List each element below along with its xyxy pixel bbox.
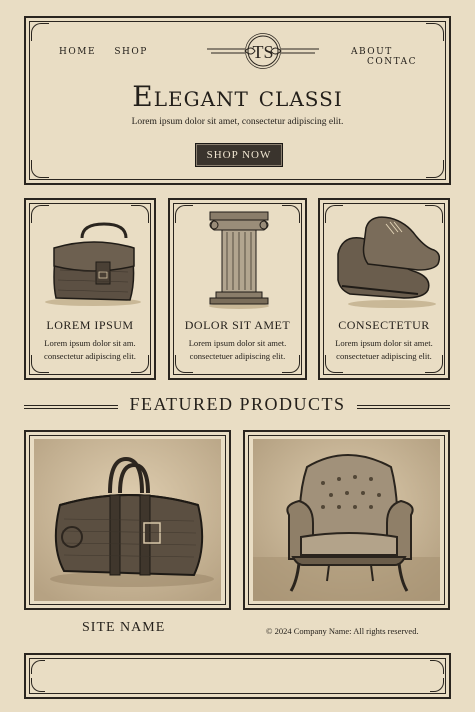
card-text-line: consectetuer adipiscing elit. — [336, 351, 432, 361]
nav-right: ABOUT CONTAC — [351, 47, 449, 67]
corner-ornament — [430, 678, 444, 692]
product-card[interactable] — [243, 430, 450, 610]
handbag-icon — [45, 222, 141, 306]
footer-frame — [24, 653, 451, 699]
duffel-bag-icon — [34, 439, 221, 601]
product-image — [34, 439, 221, 601]
corner-ornament — [430, 660, 444, 674]
corner-ornament — [31, 678, 45, 692]
hero-tagline: Lorem ipsum dolor sit amet, consectetur … — [131, 117, 344, 127]
card-text-line: Lorem ipsum dolor sit am. — [44, 338, 136, 348]
card-text-line: Lorem ipsum dolor sit amet. — [335, 338, 433, 348]
header-frame: HOME SHOP ABOUT CONTAC TS Elegant classi… — [24, 16, 451, 185]
featured-heading: FEATURED PRODUCTS — [129, 394, 346, 414]
card-text: Lorem ipsum dolor sit amet. consectetuer… — [328, 337, 440, 363]
shoes-icon — [337, 216, 440, 308]
nav-about-link[interactable]: ABOUT — [351, 47, 393, 57]
card-text-line: consectetuer adipiscing elit. — [189, 351, 286, 361]
logo-monogram: TS — [252, 42, 273, 62]
card-text-line: Lorem ipsum dolor sit amet. — [188, 338, 287, 348]
card-text: Lorem ipsum dolor sit amet. consectetuer… — [178, 337, 297, 363]
card-text: Lorem ipsum dolor sit am. consectetur ad… — [34, 337, 146, 363]
logo[interactable]: TS — [205, 32, 321, 72]
card-title: LOREM IPSUM — [46, 318, 134, 332]
feature-card[interactable]: LOREM IPSUM Lorem ipsum dolor sit am. co… — [24, 198, 156, 380]
armchair-icon — [253, 439, 440, 601]
nav-shop-link[interactable]: SHOP — [114, 47, 147, 57]
product-image — [253, 439, 440, 601]
card-title: CONSECTETUR — [338, 318, 430, 332]
product-card[interactable] — [24, 430, 231, 610]
corner-ornament — [31, 660, 45, 674]
copyright: © 2024 Company Name: All rights reserved… — [266, 626, 419, 636]
card-text-line: consectetur adipiscing elit. — [44, 351, 136, 361]
site-name[interactable]: SITE NAME — [82, 620, 165, 636]
feature-card[interactable]: CONSECTETUR Lorem ipsum dolor sit amet. … — [318, 198, 450, 380]
corner-ornament — [426, 23, 444, 41]
corner-ornament — [31, 160, 49, 178]
card-title: DOLOR SIT AMET — [184, 318, 291, 332]
nav-left: HOME SHOP — [59, 47, 148, 57]
page-title: Elegant classi — [132, 80, 343, 113]
corner-ornament — [31, 23, 49, 41]
nav-contact-link[interactable]: CONTAC — [367, 57, 417, 67]
shop-now-button[interactable]: SHOP NOW — [195, 143, 283, 167]
feature-card[interactable]: DOLOR SIT AMET Lorem ipsum dolor sit ame… — [168, 198, 307, 380]
column-icon — [209, 211, 269, 309]
nav-home-link[interactable]: HOME — [59, 47, 96, 57]
corner-ornament — [426, 160, 444, 178]
